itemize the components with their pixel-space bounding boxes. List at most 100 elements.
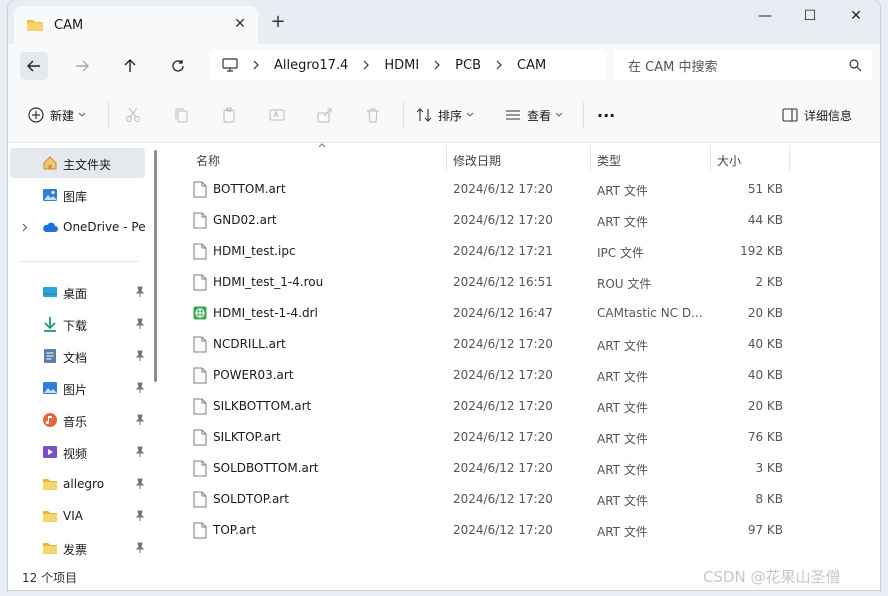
sidebar-scrollbar[interactable]: [154, 150, 157, 382]
share-button[interactable]: [317, 104, 339, 126]
sidebar-item-label: 文档: [63, 351, 88, 365]
pin-icon[interactable]: [135, 350, 145, 362]
table-row[interactable]: SILKTOP.art 2024/6/12 17:20 ART 文件 76 KB: [188, 422, 788, 453]
file-type: CAMtastic NC D...: [597, 306, 703, 320]
gallery-icon: [43, 189, 57, 201]
toolbar-divider: [403, 102, 404, 128]
column-header-date[interactable]: 修改日期: [453, 147, 501, 173]
sidebar-item-label: 主文件夹: [63, 158, 112, 172]
column-header-name[interactable]: 名称: [196, 147, 220, 173]
pin-icon[interactable]: [135, 382, 145, 394]
paste-button[interactable]: [221, 104, 243, 126]
address-bar[interactable]: Allegro17.4 HDMI PCB CAM: [210, 50, 606, 80]
forward-button[interactable]: [68, 52, 96, 80]
more-options-button[interactable]: ···: [597, 104, 615, 126]
arrow-left-icon: [27, 60, 40, 72]
close-button[interactable]: ✕: [834, 6, 878, 26]
column-divider[interactable]: [710, 145, 711, 171]
table-row[interactable]: TOP.art 2024/6/12 17:20 ART 文件 97 KB: [188, 515, 788, 546]
file-name: NCDRILL.art: [213, 337, 286, 351]
table-row[interactable]: SILKBOTTOM.art 2024/6/12 17:20 ART 文件 20 KB: [188, 391, 788, 422]
sidebar-item-label: VIA: [63, 509, 83, 523]
table-row[interactable]: HDMI_test-1-4.drl 2024/6/12 16:47 CAMtasti…: [188, 298, 788, 329]
pin-icon[interactable]: [135, 542, 145, 554]
copy-button[interactable]: [173, 104, 195, 126]
file-name: POWER03.art: [213, 368, 294, 382]
computer-icon: [222, 58, 238, 72]
file-size: 40 KB: [747, 368, 783, 382]
sort-label: 排序: [438, 108, 463, 123]
sidebar-item-videos[interactable]: 视频: [10, 437, 145, 467]
sidebar-item-label: 图片: [63, 383, 88, 397]
sidebar-item-onedrive[interactable]: OneDrive - Per: [10, 212, 145, 242]
file-date: 2024/6/12 17:20: [453, 461, 553, 475]
column-header-size[interactable]: 大小: [717, 147, 741, 173]
sidebar-item-documents[interactable]: 文档: [10, 341, 145, 371]
trash-icon: [367, 108, 379, 123]
minimize-button[interactable]: —: [743, 6, 787, 26]
sidebar-item-gallery[interactable]: 图库: [10, 180, 145, 210]
sidebar-item-downloads[interactable]: 下载: [10, 309, 145, 339]
scissors-icon: [126, 107, 140, 122]
sidebar-item-pictures[interactable]: 图片: [10, 373, 145, 403]
table-row[interactable]: GND02.art 2024/6/12 17:20 ART 文件 44 KB: [188, 205, 788, 236]
breadcrumb-allegro[interactable]: Allegro17.4: [274, 58, 348, 73]
file-date: 2024/6/12 16:51: [453, 275, 553, 289]
table-row[interactable]: HDMI_test.ipc 2024/6/12 17:21 IPC 文件 192 KB: [188, 236, 788, 267]
pin-icon[interactable]: [135, 510, 145, 522]
table-row[interactable]: NCDRILL.art 2024/6/12 17:20 ART 文件 40 KB: [188, 329, 788, 360]
pictures-icon: [43, 382, 57, 394]
tab-cam[interactable]: CAM ✕: [14, 6, 258, 44]
column-divider[interactable]: [590, 145, 591, 171]
sidebar-item-desktop[interactable]: 桌面: [10, 277, 145, 307]
back-button[interactable]: [20, 52, 48, 80]
pin-icon[interactable]: [135, 318, 145, 330]
details-pane-button[interactable]: 详细信息: [782, 104, 852, 126]
sidebar-item-allegro[interactable]: allegro: [10, 469, 145, 499]
view-button[interactable]: 查看: [505, 104, 569, 126]
navigation-pane: 主文件夹 图库 OneDrive - Per 桌面 下载 文档 图片 音乐 视频…: [8, 143, 158, 563]
file-name: SOLDBOTTOM.art: [213, 461, 319, 475]
chevron-right-icon[interactable]: [22, 223, 28, 232]
sidebar-item-invoices[interactable]: 发票: [10, 533, 145, 563]
view-label: 查看: [527, 108, 552, 123]
column-header-type[interactable]: 类型: [597, 147, 621, 173]
up-button[interactable]: [116, 52, 144, 80]
delete-button[interactable]: [365, 104, 387, 126]
folder-icon: [43, 543, 57, 554]
camtastic-file-icon: [193, 306, 207, 320]
pin-icon[interactable]: [135, 286, 145, 298]
file-icon: [193, 522, 207, 539]
pin-icon[interactable]: [135, 478, 145, 490]
file-type: ART 文件: [597, 525, 648, 539]
sidebar-item-via[interactable]: VIA: [10, 501, 145, 531]
tab-close-icon[interactable]: ✕: [232, 16, 248, 32]
new-button[interactable]: 新建: [28, 104, 92, 126]
table-row[interactable]: HDMI_test_1-4.rou 2024/6/12 16:51 ROU 文件 2 …: [188, 267, 788, 298]
rename-icon: [269, 109, 285, 121]
search-input[interactable]: 在 CAM 中搜索: [614, 50, 872, 80]
breadcrumb-cam[interactable]: CAM: [517, 58, 546, 73]
pin-icon[interactable]: [135, 446, 145, 458]
folder-icon: [27, 20, 43, 31]
sidebar-item-home[interactable]: 主文件夹: [10, 148, 145, 178]
rename-button[interactable]: [269, 104, 291, 126]
table-row[interactable]: POWER03.art 2024/6/12 17:20 ART 文件 40 KB: [188, 360, 788, 391]
column-divider[interactable]: [789, 145, 790, 171]
column-divider[interactable]: [446, 145, 447, 171]
breadcrumb-hdmi[interactable]: HDMI: [384, 58, 419, 73]
maximize-button[interactable]: ☐: [788, 6, 832, 26]
sidebar-item-music[interactable]: 音乐: [10, 405, 145, 435]
table-row[interactable]: SOLDTOP.art 2024/6/12 17:20 ART 文件 8 KB: [188, 484, 788, 515]
table-row[interactable]: BOTTOM.art 2024/6/12 17:20 ART 文件 51 KB: [188, 174, 788, 205]
table-row[interactable]: SOLDBOTTOM.art 2024/6/12 17:20 ART 文件 3 KB: [188, 453, 788, 484]
sort-button[interactable]: 排序: [416, 104, 480, 126]
breadcrumb-pcb[interactable]: PCB: [455, 58, 481, 73]
refresh-button[interactable]: [164, 52, 192, 80]
new-tab-button[interactable]: +: [270, 13, 286, 31]
cut-button[interactable]: [125, 104, 147, 126]
chevron-down-icon: [466, 112, 474, 117]
file-icon: [193, 398, 207, 415]
pin-icon[interactable]: [135, 414, 145, 426]
file-size: 51 KB: [747, 182, 783, 196]
